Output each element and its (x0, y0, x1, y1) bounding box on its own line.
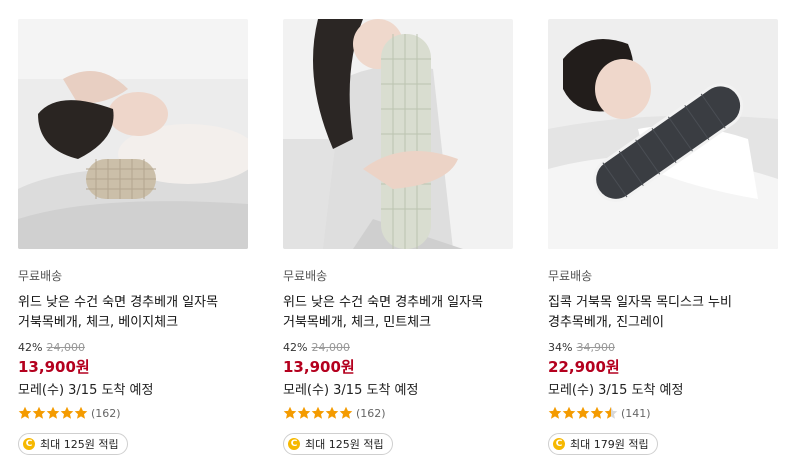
star-icon (562, 406, 576, 419)
star-rating (18, 406, 88, 420)
star-icon (311, 406, 325, 419)
star-icon (18, 406, 32, 419)
original-price: 34,900 (576, 341, 615, 354)
rating[interactable]: (141) (548, 405, 778, 421)
rating[interactable]: (162) (283, 405, 513, 421)
star-icon (297, 406, 311, 419)
cash-reward-badge: C 최대 179원 적립 (548, 433, 658, 455)
delivery-estimate: 모레(수) 3/15 도착 예정 (548, 383, 684, 398)
star-icon (283, 406, 297, 419)
discount-rate: 34% (548, 341, 573, 354)
star-icon (548, 406, 562, 419)
sale-price: 13,900원 (283, 358, 355, 376)
product-image[interactable] (548, 19, 778, 249)
free-shipping-label: 무료배송 (283, 269, 328, 283)
coin-icon: C (553, 438, 565, 450)
star-icon (604, 406, 618, 419)
product-grid: 무료배송 위드 낮은 수건 숙면 경추베개 일자목 거북목베개, 체크, 베이지… (0, 0, 794, 468)
star-rating (283, 406, 353, 420)
discount-row: 42% 24,000 (18, 342, 248, 354)
discount-rate: 42% (18, 341, 43, 354)
star-icon (325, 406, 339, 419)
cash-reward-text: 최대 179원 적립 (570, 438, 649, 451)
free-shipping-label: 무료배송 (18, 269, 63, 283)
review-count: (162) (356, 406, 386, 420)
product-image[interactable] (283, 19, 513, 249)
product-image[interactable] (18, 19, 248, 249)
cash-reward-badge: C 최대 125원 적립 (283, 433, 393, 455)
star-icon (60, 406, 74, 419)
star-icon (339, 406, 353, 419)
star-icon (590, 406, 604, 419)
review-count: (141) (621, 406, 651, 420)
star-icon (74, 406, 88, 419)
discount-row: 42% 24,000 (283, 342, 513, 354)
delivery-estimate: 모레(수) 3/15 도착 예정 (18, 383, 154, 398)
product-title[interactable]: 집콕 거북목 일자목 목디스크 누비 경추목베개, 진그레이 (548, 293, 778, 333)
review-count: (162) (91, 406, 121, 420)
coin-icon: C (288, 438, 300, 450)
cash-reward-text: 최대 125원 적립 (305, 438, 384, 451)
cash-reward-text: 최대 125원 적립 (40, 438, 119, 451)
sale-price: 22,900원 (548, 358, 620, 376)
original-price: 24,000 (46, 341, 85, 354)
star-rating (548, 406, 618, 420)
product-title[interactable]: 위드 낮은 수건 숙면 경추베개 일자목 거북목베개, 체크, 민트체크 (283, 293, 513, 333)
product-title[interactable]: 위드 낮은 수건 숙면 경추베개 일자목 거북목베개, 체크, 베이지체크 (18, 293, 248, 333)
star-icon (32, 406, 46, 419)
product-card[interactable]: 무료배송 집콕 거북목 일자목 목디스크 누비 경추목베개, 진그레이 34% 3… (548, 19, 778, 455)
free-shipping-label: 무료배송 (548, 269, 593, 283)
star-icon (46, 406, 60, 419)
product-card[interactable]: 무료배송 위드 낮은 수건 숙면 경추베개 일자목 거북목베개, 체크, 민트체… (283, 19, 513, 455)
original-price: 24,000 (311, 341, 350, 354)
discount-rate: 42% (283, 341, 308, 354)
cash-reward-badge: C 최대 125원 적립 (18, 433, 128, 455)
coin-icon: C (23, 438, 35, 450)
sale-price: 13,900원 (18, 358, 90, 376)
star-icon (576, 406, 590, 419)
product-card[interactable]: 무료배송 위드 낮은 수건 숙면 경추베개 일자목 거북목베개, 체크, 베이지… (18, 19, 248, 455)
rating[interactable]: (162) (18, 405, 248, 421)
discount-row: 34% 34,900 (548, 342, 778, 354)
delivery-estimate: 모레(수) 3/15 도착 예정 (283, 383, 419, 398)
